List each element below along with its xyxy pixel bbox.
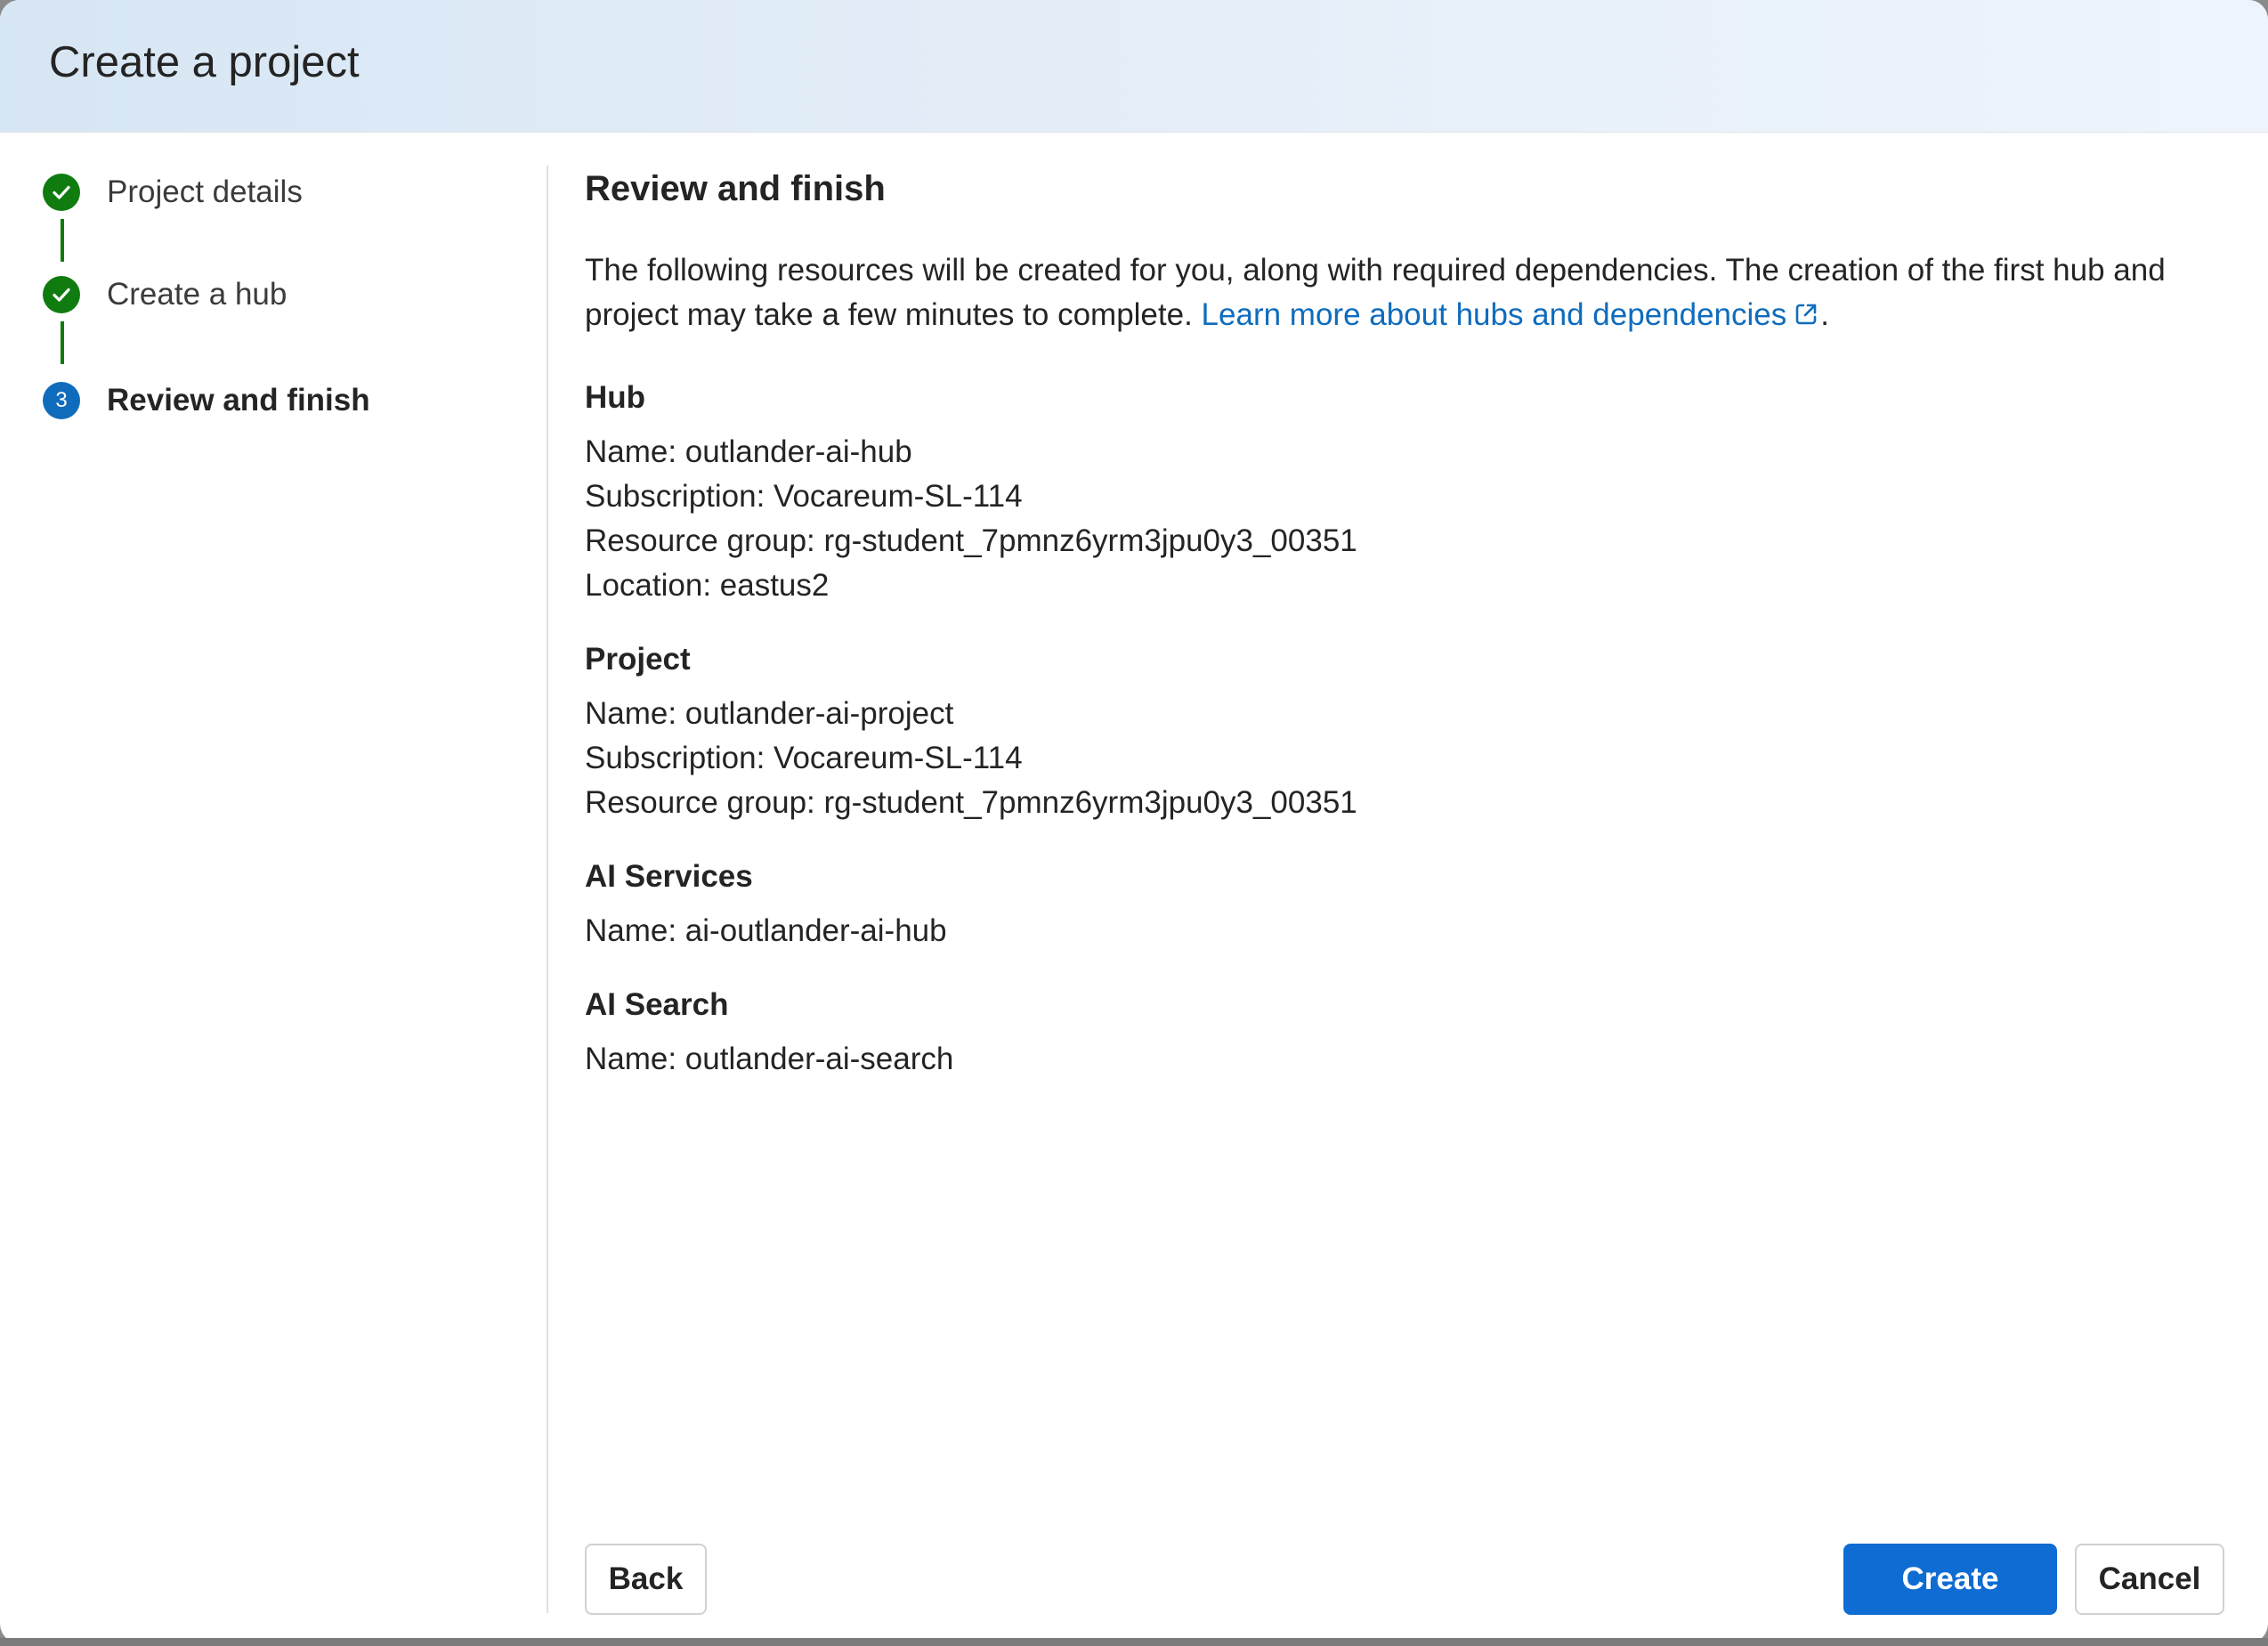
create-button[interactable]: Create <box>1843 1544 2057 1615</box>
section-title: Hub <box>585 380 646 415</box>
create-project-dialog: Create a project Project details Create … <box>0 0 2268 1643</box>
panel-title: Review and finish <box>585 169 886 208</box>
detail-line: Location: eastus2 <box>585 568 830 603</box>
cancel-button[interactable]: Cancel <box>2075 1544 2224 1615</box>
dialog-title: Create a project <box>49 38 360 86</box>
section-ai-search: AI Search Name: outlander-ai-search <box>585 984 2223 1082</box>
step-review-and-finish[interactable]: 3 Review and finish <box>43 381 370 420</box>
section-project: Project Name: outlander-ai-project Subsc… <box>585 638 2223 825</box>
step-create-hub[interactable]: Create a hub <box>43 275 287 314</box>
checkmark-circle-icon <box>43 276 80 313</box>
section-title: AI Services <box>585 859 753 894</box>
detail-line: Name: outlander-ai-project <box>585 696 954 731</box>
detail-line: Name: outlander-ai-search <box>585 1042 954 1076</box>
checkmark-circle-icon <box>43 174 80 211</box>
step-label: Project details <box>107 174 303 209</box>
panel-divider <box>547 166 548 1613</box>
dialog-header: Create a project <box>0 0 2268 133</box>
step-connector <box>61 219 64 262</box>
detail-line: Subscription: Vocareum-SL-114 <box>585 479 1023 514</box>
detail-line: Resource group: rg-student_7pmnz6yrm3jpu… <box>585 785 1357 820</box>
step-number-badge: 3 <box>43 382 80 419</box>
description-suffix: . <box>1820 297 1830 332</box>
detail-line: Resource group: rg-student_7pmnz6yrm3jpu… <box>585 523 1357 558</box>
detail-line: Name: outlander-ai-hub <box>585 434 912 469</box>
section-ai-services: AI Services Name: ai-outlander-ai-hub <box>585 855 2223 953</box>
step-connector <box>61 321 64 364</box>
section-title: Project <box>585 642 691 677</box>
review-panel: Review and finish The following resource… <box>585 166 2223 1082</box>
learn-more-link[interactable]: Learn more about hubs and dependencies <box>1202 297 1821 332</box>
description: The following resources will be created … <box>585 248 2223 341</box>
step-label: Create a hub <box>107 277 288 312</box>
step-number: 3 <box>55 388 68 412</box>
open-external-icon <box>1792 296 1820 341</box>
section-title: AI Search <box>585 987 729 1022</box>
learn-more-link-text: Learn more about hubs and dependencies <box>1201 297 1787 332</box>
detail-line: Name: ai-outlander-ai-hub <box>585 913 947 948</box>
section-hub: Hub Name: outlander-ai-hub Subscription:… <box>585 377 2223 608</box>
wizard-stepper: Project details Create a hub 3 Review an… <box>0 134 547 1611</box>
step-project-details[interactable]: Project details <box>43 173 303 212</box>
back-button[interactable]: Back <box>585 1544 707 1615</box>
detail-line: Subscription: Vocareum-SL-114 <box>585 741 1023 775</box>
step-label: Review and finish <box>107 383 370 418</box>
background-page-strip <box>0 1638 2268 1646</box>
